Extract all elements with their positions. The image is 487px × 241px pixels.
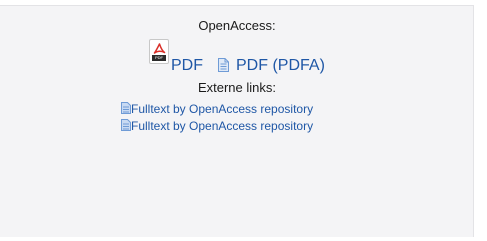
pdf-file-icon[interactable]: PDF — [149, 39, 169, 64]
list-item: Fulltext by OpenAccess repository — [121, 101, 313, 118]
document-icon — [218, 58, 229, 77]
openaccess-panel: OpenAccess: PDF PDF PDF (PDFA) Externe l… — [0, 5, 474, 237]
fulltext-link[interactable]: Fulltext by OpenAccess repository — [131, 119, 313, 133]
pdfa-download-link[interactable]: PDF (PDFA) — [236, 57, 325, 75]
pdf-icon-tag: PDF — [152, 55, 166, 61]
openaccess-heading: OpenAccess: — [198, 18, 276, 33]
pdf-links-row: PDF PDF PDF (PDFA) — [0, 39, 474, 77]
document-icon — [121, 102, 131, 114]
fulltext-link[interactable]: Fulltext by OpenAccess repository — [131, 102, 313, 116]
external-links-heading: Externe links: — [197, 80, 277, 95]
external-links-list: Fulltext by OpenAccess repository Fullte… — [121, 101, 313, 135]
list-item: Fulltext by OpenAccess repository — [121, 118, 313, 135]
document-icon — [121, 119, 131, 131]
pdf-download-link[interactable]: PDF — [171, 57, 203, 75]
